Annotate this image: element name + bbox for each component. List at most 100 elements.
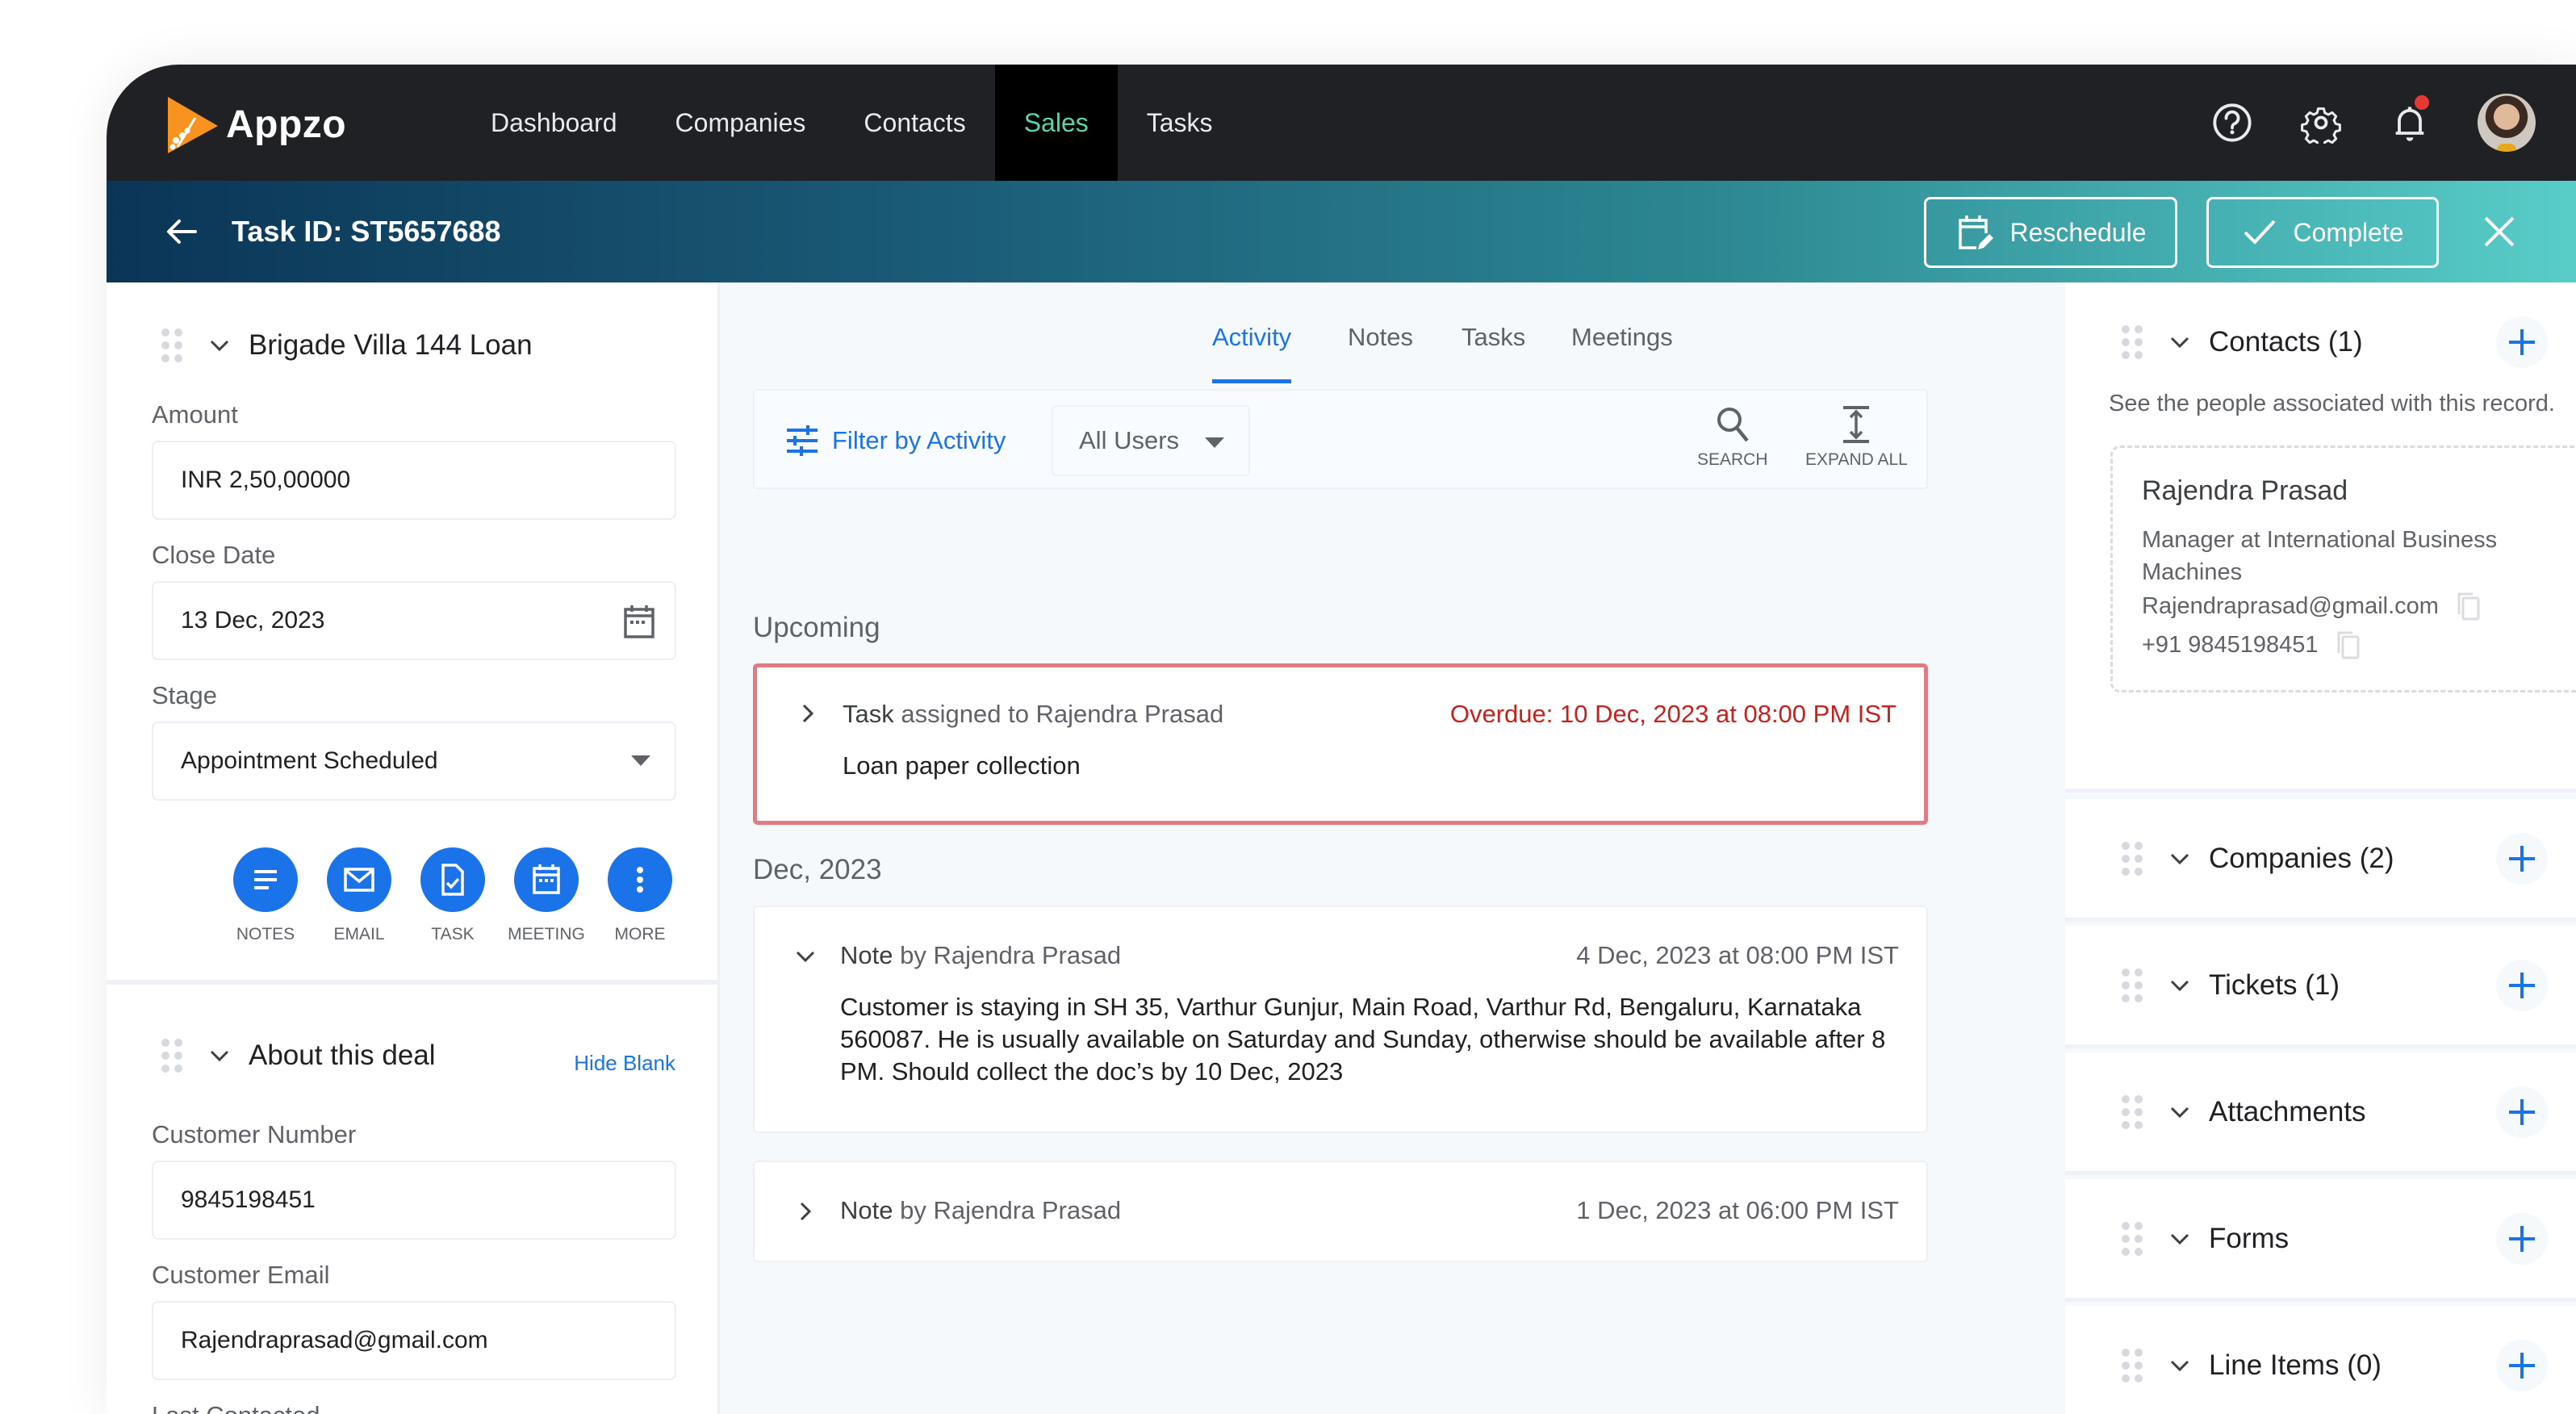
hide-blank-link[interactable]: Hide Blank (574, 1051, 675, 1076)
tab-meetings[interactable]: Meetings (1571, 323, 1673, 379)
attachments-title: Attachments (2209, 1096, 2366, 1127)
stage-select[interactable]: Appointment Scheduled (152, 722, 676, 801)
contacts-section: Contacts (1) See the people associated w… (2065, 282, 2576, 793)
forms-section-header[interactable]: Forms (2122, 1222, 2289, 1256)
chevron-right-icon[interactable] (796, 701, 820, 726)
companies-title: Companies (2) (2209, 843, 2394, 874)
drag-handle-icon[interactable] (161, 1039, 182, 1073)
chevron-right-icon[interactable] (793, 1199, 818, 1224)
contact-phone: +91 9845198451 (2142, 631, 2319, 658)
drag-handle-icon[interactable] (2122, 1095, 2143, 1129)
activity-item-header: Note by Rajendra Prasad (840, 941, 1122, 969)
copy-icon[interactable] (2336, 630, 2361, 659)
chevron-down-icon[interactable] (2167, 1099, 2193, 1125)
chevron-down-icon[interactable] (207, 1043, 232, 1069)
close-date-field[interactable]: 13 Dec, 2023 (152, 581, 676, 660)
last-contacted-label: Last Contacted (152, 1401, 320, 1414)
add-contact-button[interactable] (2496, 316, 2548, 368)
chevron-down-icon[interactable] (2167, 973, 2193, 998)
nav-dashboard[interactable]: Dashboard (462, 65, 646, 181)
drag-handle-icon[interactable] (2122, 968, 2143, 1002)
chevron-down-icon[interactable] (2167, 1353, 2193, 1378)
more-action-button[interactable]: MORE (607, 847, 673, 944)
about-title: About this deal (249, 1040, 436, 1071)
activity-tabs: Activity Notes Tasks Meetings (722, 282, 2064, 389)
copy-icon[interactable] (2457, 592, 2481, 621)
nav-companies[interactable]: Companies (646, 65, 835, 181)
search-label: SEARCH (1697, 450, 1768, 469)
app-logo[interactable]: Appzo (163, 95, 346, 153)
email-action-label: EMAIL (333, 925, 385, 943)
email-action-button[interactable]: EMAIL (326, 847, 392, 944)
tickets-section-header[interactable]: Tickets (1) (2122, 968, 2340, 1002)
calendar-edit-icon (1958, 215, 1993, 249)
chevron-down-icon[interactable] (2167, 329, 2193, 355)
drag-handle-icon[interactable] (2122, 1349, 2143, 1383)
contacts-section-header[interactable]: Contacts (1) (2122, 325, 2363, 359)
chevron-down-icon[interactable] (2167, 1226, 2193, 1252)
complete-button[interactable]: Complete (2206, 197, 2439, 268)
activity-item-note[interactable]: Note by Rajendra Prasad 4 Dec, 2023 at 0… (753, 906, 1928, 1133)
about-section-header[interactable]: About this deal (161, 1039, 436, 1073)
amount-field[interactable]: INR 2,50,00000 (152, 441, 676, 520)
nav-contacts[interactable]: Contacts (834, 65, 994, 181)
add-ticket-button[interactable] (2496, 960, 2548, 1011)
contact-name: Rajendra Prasad (2142, 475, 2348, 506)
attachments-section-header[interactable]: Attachments (2122, 1095, 2366, 1129)
activity-item-note[interactable]: Note by Rajendra Prasad 1 Dec, 2023 at 0… (753, 1161, 1928, 1262)
drag-handle-icon[interactable] (2122, 1222, 2143, 1256)
chevron-down-icon[interactable] (793, 944, 818, 968)
contact-email: Rajendraprasad@gmail.com (2142, 592, 2439, 619)
back-arrow-icon[interactable] (163, 212, 202, 251)
task-title: Loan paper collection (843, 751, 1081, 780)
companies-section-header[interactable]: Companies (2) (2122, 842, 2394, 876)
nav-sales[interactable]: Sales (994, 65, 1118, 181)
nav-tasks[interactable]: Tasks (1118, 65, 1242, 181)
drag-handle-icon[interactable] (2122, 325, 2143, 359)
users-select[interactable]: All Users (1052, 405, 1250, 476)
help-icon[interactable] (2211, 102, 2253, 144)
drag-handle-icon[interactable] (2122, 842, 2143, 876)
plus-icon (2509, 973, 2535, 998)
drag-handle-icon[interactable] (161, 328, 182, 362)
more-action-label: MORE (614, 925, 666, 943)
chevron-down-icon[interactable] (2167, 846, 2193, 872)
activity-item-header: Task assigned to Rajendra Prasad (843, 700, 1224, 728)
settings-icon[interactable] (2300, 102, 2342, 144)
add-form-button[interactable] (2496, 1213, 2548, 1265)
close-icon[interactable] (2481, 213, 2518, 250)
filter-by-activity-button[interactable]: Filter by Activity (785, 391, 1006, 491)
tab-notes[interactable]: Notes (1348, 323, 1413, 379)
notes-icon (254, 870, 277, 889)
calendar-icon[interactable] (620, 602, 659, 641)
line-items-section-header[interactable]: Line Items (0) (2122, 1349, 2382, 1383)
notes-action-label: NOTES (236, 925, 295, 943)
reschedule-button[interactable]: Reschedule (1924, 197, 2177, 268)
customer-email-field[interactable]: Rajendraprasad@gmail.com (152, 1301, 676, 1380)
meeting-action-button[interactable]: MEETING (508, 847, 585, 944)
activity-panel: Activity Notes Tasks Meetings Filter by … (722, 282, 2064, 1414)
activity-item-overdue-task[interactable]: Task assigned to Rajendra Prasad Overdue… (753, 663, 1928, 825)
user-avatar[interactable] (2478, 94, 2536, 152)
expand-all-button[interactable]: EXPAND ALL (1805, 405, 1908, 470)
tab-tasks[interactable]: Tasks (1462, 323, 1525, 379)
contact-card[interactable]: Rajendra Prasad Manager at International… (2110, 446, 2576, 692)
add-company-button[interactable] (2496, 833, 2548, 885)
forms-section: Forms (2065, 1179, 2576, 1302)
users-select-value: All Users (1079, 426, 1180, 454)
add-line-item-button[interactable] (2496, 1340, 2548, 1391)
nav-actions (2211, 65, 2536, 181)
customer-number-field[interactable]: 9845198451 (152, 1161, 676, 1240)
filter-sliders-icon (787, 425, 818, 456)
expand-all-label: EXPAND ALL (1805, 450, 1908, 469)
notes-action-button[interactable]: NOTES (232, 847, 299, 944)
add-attachment-button[interactable] (2496, 1086, 2548, 1138)
search-button[interactable]: SEARCH (1697, 405, 1768, 470)
task-action-button[interactable]: TASK (420, 847, 486, 944)
chevron-down-icon[interactable] (207, 333, 232, 358)
tab-activity[interactable]: Activity (1212, 323, 1292, 383)
overdue-date: Overdue: 10 Dec, 2023 at 08:00 PM IST (1449, 700, 1896, 728)
deal-section-header[interactable]: Brigade Villa 144 Loan (161, 328, 533, 362)
stage-label: Stage (152, 681, 218, 709)
notification-bell[interactable] (2389, 95, 2431, 144)
